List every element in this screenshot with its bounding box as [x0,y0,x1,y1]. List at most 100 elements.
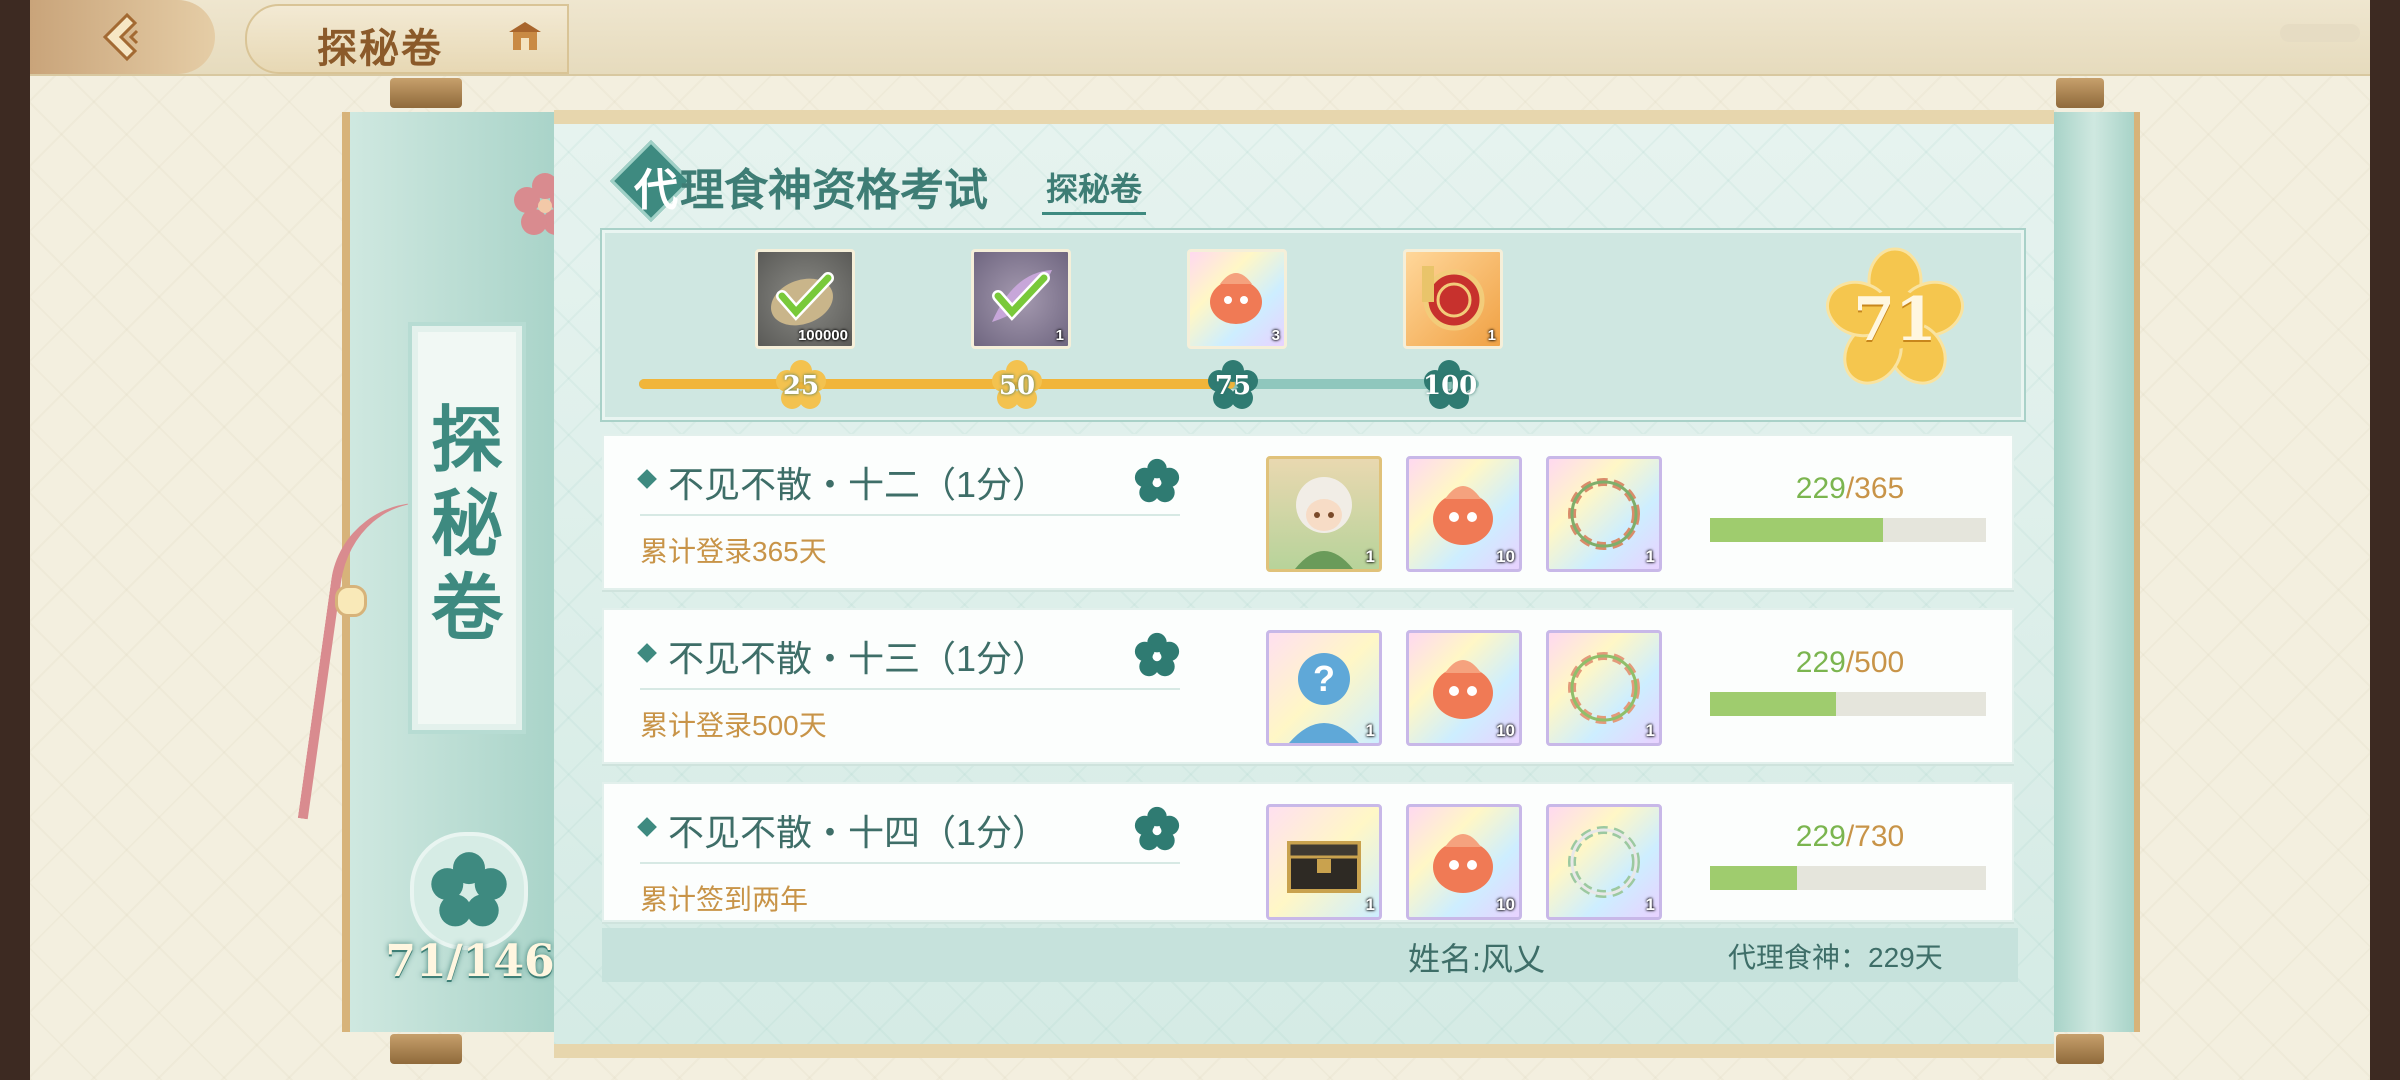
quest-progress-track [1710,692,1986,716]
quest-reward[interactable]: 1 [1546,804,1662,920]
quest-reward[interactable]: 1 [1546,630,1662,746]
ribbon-knot [335,585,367,617]
reward-count: 1 [1365,895,1375,914]
quest-progress-track [1710,518,1986,542]
reward-count: 1 [1645,721,1655,740]
quest-progress-text: 229/365 [1710,472,1990,506]
divider [640,514,1180,516]
quest-reward[interactable]: 1 [1266,804,1382,920]
rod-cap-bottom-left [390,1034,462,1064]
flower-icon [431,852,507,927]
reward-count: 1 [1365,721,1375,740]
milestone-node-25: 25 [775,359,827,411]
milestone-reward-25[interactable]: 100000 [755,249,855,349]
total-progress-count: 71/146 [385,936,555,987]
wreath-frame-icon [1568,478,1640,550]
progress-total: /730 [1845,820,1905,853]
reward-count: 100000 [797,327,848,344]
reward-count: 1 [1645,895,1655,914]
progress-current: 229 [1795,646,1846,679]
fire-spirit-icon [1210,273,1262,324]
quest-progress-fill [1710,692,1837,716]
title-text: 理食神资格考试 [680,165,988,216]
milestone-reward-75[interactable]: 3 [1187,249,1287,349]
reward-count: 3 [1271,327,1280,344]
quest-title: 不见不散・十四（1分） [668,812,1049,853]
progress-current: 229 [1795,472,1846,505]
node-label: 25 [782,371,820,401]
reward-count: 1 [1487,327,1496,344]
quest-card: 不见不散・十四（1分） 累计签到两年 1 10 1 229/730 [602,782,2014,922]
quest-title: 不见不散・十二（1分） [668,464,1049,505]
reward-count: 10 [1496,547,1515,566]
reward-count: 1 [1055,327,1064,344]
rod-cap-top-left [390,78,462,108]
divider [640,862,1180,864]
feather-icon [992,270,1052,322]
node-label: 100 [1423,371,1478,401]
vertical-label: 探 秘 卷 [412,398,522,650]
top-bar: 探秘卷 [30,0,2370,76]
tab-explore-scroll[interactable]: 探秘卷 [1042,164,1147,215]
menu-handle[interactable] [2280,24,2360,42]
quest-reward[interactable]: 10 [1406,630,1522,746]
milestone-node-50: 50 [991,359,1043,411]
treasure-chest-icon [1287,841,1361,893]
reward-count: 10 [1496,895,1515,914]
flower-medal [410,832,528,950]
score-value: 71 [1853,285,1937,355]
milestone-reward-100[interactable]: 1 [1403,249,1503,349]
reward-count: 1 [1645,547,1655,566]
node-label: 50 [998,371,1036,401]
node-label: 75 [1214,371,1252,401]
quest-description: 累计签到两年 [640,884,809,915]
bullet-diamond-icon [637,469,657,489]
progress-total: /365 [1845,472,1905,505]
svg-text:?: ? [1313,658,1335,699]
quest-card: 不见不散・十二（1分） 累计登录365天 1 10 1 229/365 [602,434,2014,590]
divider [640,688,1180,690]
flower-icon [1134,806,1180,851]
mystery-character-icon: ? [1289,653,1359,743]
flower-icon [1134,632,1180,677]
bullet-diamond-icon [637,643,657,663]
quest-reward[interactable]: 10 [1406,804,1522,920]
vertical-label-frame: 探 秘 卷 [408,322,526,734]
home-icon[interactable] [505,18,545,54]
right-scroll-roll [2048,112,2140,1032]
milestone-progress-track [639,379,1479,389]
seal-badge-icon [1422,266,1485,331]
game-screen: 探秘卷 探 秘 卷 71/146 代 理食神资格考试 探秘卷 100000 1 … [30,0,2370,1080]
rod-cap-top-right [2056,78,2104,108]
quest-progress-track [1710,866,1986,890]
back-button[interactable] [30,0,215,74]
quest-progress-text: 229/730 [1710,820,1990,854]
quest-description: 累计登录500天 [640,710,827,741]
vertical-label-char: 秘 [430,481,503,566]
character-portrait-icon [1295,477,1353,569]
quest-reward[interactable]: 1 [1546,456,1662,572]
milestone-reward-50[interactable]: 1 [971,249,1071,349]
progress-current: 229 [1795,820,1846,853]
milestone-node-75: 75 [1207,359,1259,411]
quest-reward[interactable]: 1 [1266,456,1382,572]
vertical-label-char: 卷 [430,565,503,650]
title-first-char: 代 [634,165,678,216]
player-name: 姓名:风乂 [1408,941,1545,977]
quest-progress-text: 229/500 [1710,646,1990,680]
quest-description: 累计登录365天 [640,536,827,567]
quest-progress-fill [1710,866,1797,890]
quest-reward[interactable]: ? 1 [1266,630,1382,746]
flower-icon [1134,458,1180,503]
quest-card: 不见不散・十三（1分） 累计登录500天 ? 1 10 1 229/500 [602,608,2014,764]
back-arrow-icon [102,12,138,62]
wreath-frame-icon [1568,652,1640,724]
quest-title: 不见不散・十三（1分） [668,638,1049,679]
reward-count: 1 [1365,547,1375,566]
agent-days: 代理食神：229天 [1728,942,1943,973]
progress-total: /500 [1845,646,1905,679]
quest-reward[interactable]: 10 [1406,456,1522,572]
page-title: 探秘卷 [317,25,443,72]
reward-count: 10 [1496,721,1515,740]
rod-cap-bottom-right [2056,1034,2104,1064]
